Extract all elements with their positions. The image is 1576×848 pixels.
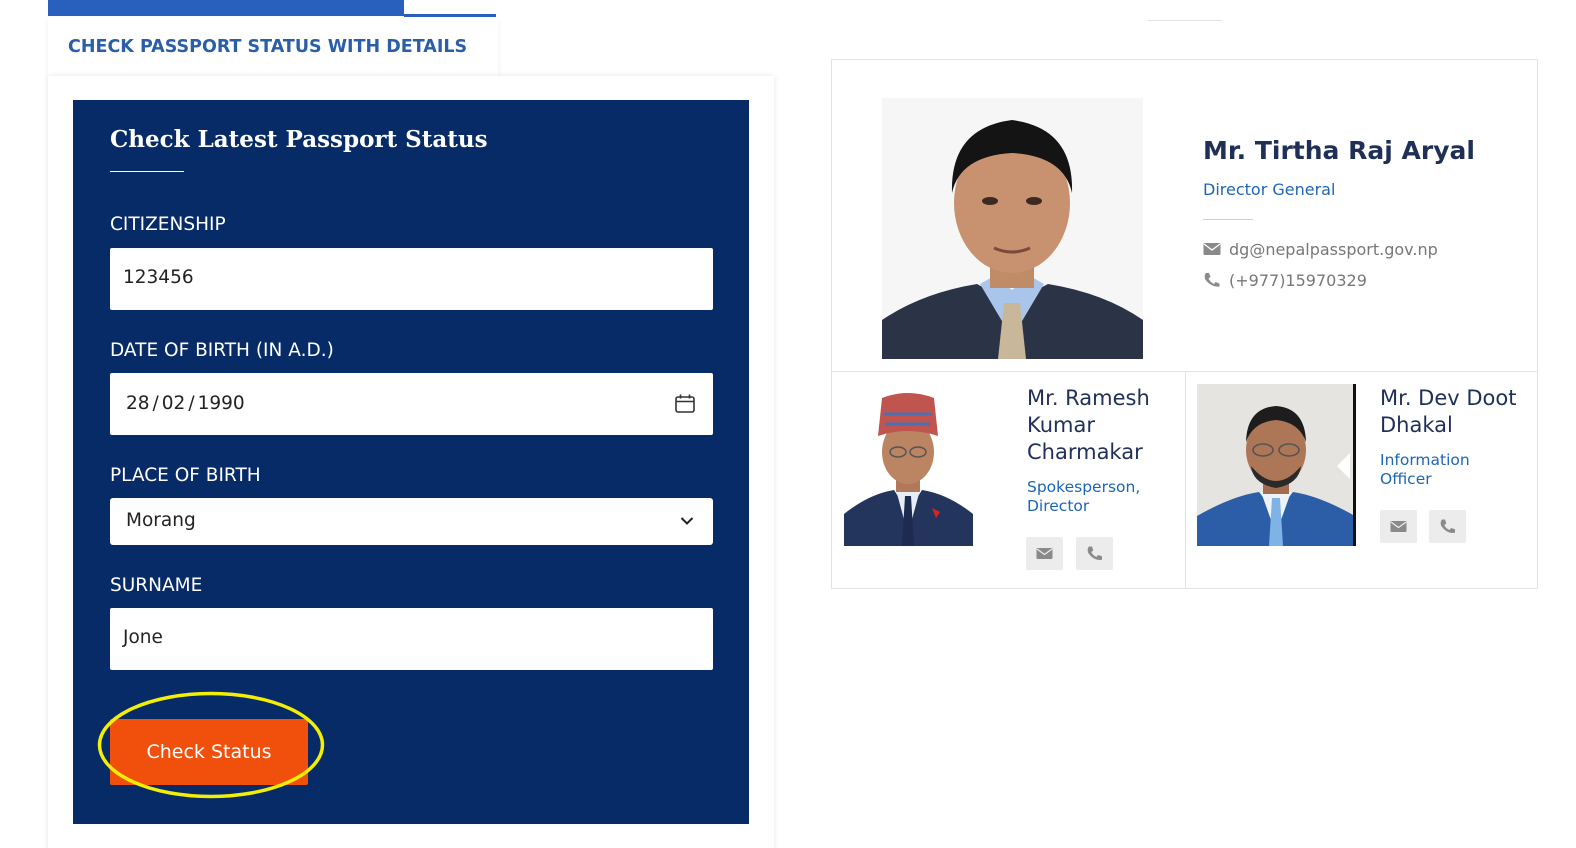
dob-year[interactable]: 1990: [198, 393, 245, 414]
photo-accent-bar: [1353, 384, 1356, 546]
check-status-button[interactable]: Check Status: [110, 719, 308, 785]
envelope-icon: [1203, 243, 1221, 255]
place-of-birth-value: Morang: [126, 510, 196, 531]
calendar-icon[interactable]: [675, 394, 695, 413]
envelope-icon: [1390, 521, 1407, 532]
director-general-phone[interactable]: (+977)15970329: [1203, 271, 1367, 290]
surname-value: Jone: [123, 627, 163, 648]
email-text: dg@nepalpassport.gov.np: [1229, 240, 1438, 259]
passport-status-form: Check Latest Passport Status CITIZENSHIP…: [73, 100, 749, 824]
photo-pointer: [1337, 453, 1350, 479]
director-general-name: Mr. Tirtha Raj Aryal: [1203, 136, 1475, 165]
dob-value: 28/02/1990: [126, 393, 245, 414]
title-underline: [110, 171, 184, 172]
information-officer-email-button[interactable]: [1380, 510, 1417, 543]
director-general-role: Director General: [1203, 180, 1336, 199]
phone-icon: [1440, 519, 1455, 533]
dob-separator: /: [188, 393, 195, 414]
citizenship-input[interactable]: 123456: [110, 248, 713, 310]
surname-label: SURNAME: [110, 575, 203, 596]
information-officer-name: Mr. Dev Doot Dhakal: [1380, 386, 1517, 437]
information-officer-role: Information Officer: [1380, 451, 1470, 488]
chevron-down-icon: [680, 517, 694, 525]
tab-check-passport-status[interactable]: CHECK PASSPORT STATUS WITH DETAILS: [48, 17, 498, 77]
spokesperson-phone-button[interactable]: [1076, 537, 1113, 570]
divider: [1148, 20, 1222, 21]
dob-month[interactable]: 02: [162, 393, 186, 414]
dob-separator: /: [152, 393, 159, 414]
spokesperson-name: Mr. Ramesh Kumar Charmakar: [1027, 386, 1150, 464]
spokesperson-photo: [844, 384, 973, 546]
active-tab-bar[interactable]: [48, 0, 404, 16]
phone-icon: [1087, 546, 1102, 560]
tab-label: CHECK PASSPORT STATUS WITH DETAILS: [68, 37, 468, 57]
spokesperson-role: Spokesperson, Director: [1027, 478, 1141, 515]
dob-day[interactable]: 28: [126, 393, 150, 414]
place-of-birth-label: PLACE OF BIRTH: [110, 465, 261, 486]
place-of-birth-select[interactable]: Morang: [110, 498, 713, 545]
citizenship-value: 123456: [123, 267, 194, 288]
dob-input[interactable]: 28/02/1990: [110, 373, 713, 435]
citizenship-label: CITIZENSHIP: [110, 214, 226, 235]
information-officer-phone-button[interactable]: [1429, 510, 1466, 543]
director-general-email[interactable]: dg@nepalpassport.gov.np: [1203, 240, 1438, 259]
phone-text: (+977)15970329: [1229, 271, 1367, 290]
column-divider: [1185, 371, 1186, 589]
surname-input[interactable]: Jone: [110, 608, 713, 670]
dob-label: DATE OF BIRTH (IN A.D.): [110, 340, 334, 361]
phone-icon: [1204, 273, 1220, 287]
form-title: Check Latest Passport Status: [110, 126, 488, 153]
information-officer-photo: [1197, 384, 1355, 546]
name-separator: [1203, 219, 1253, 220]
spokesperson-email-button[interactable]: [1026, 537, 1063, 570]
tab-strip: [48, 0, 496, 17]
envelope-icon: [1036, 548, 1053, 559]
officials-panel: Mr. Tirtha Raj Aryal Director General dg…: [831, 59, 1538, 589]
director-general-photo: [882, 98, 1143, 359]
